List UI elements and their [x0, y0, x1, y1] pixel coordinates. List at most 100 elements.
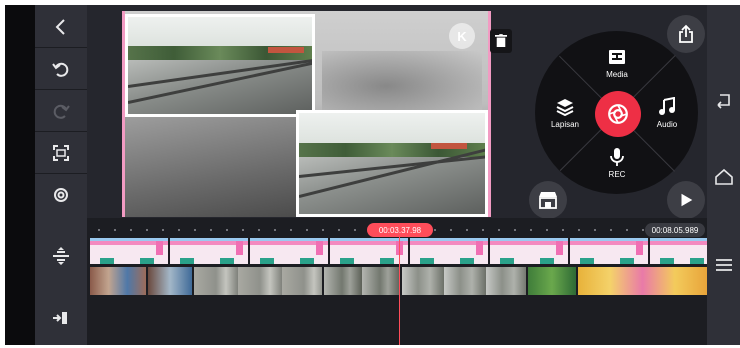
- split-adjust-icon: [53, 247, 69, 265]
- jump-to-end-button[interactable]: [35, 298, 87, 338]
- ruler-tick: [546, 229, 548, 231]
- ruler-tick: [306, 229, 308, 231]
- ruler-tick: [146, 229, 148, 231]
- timeline-tools: [35, 218, 87, 345]
- media-icon: [609, 50, 625, 64]
- ruler-tick: [466, 229, 468, 231]
- ruler-tick: [530, 229, 532, 231]
- ruler-tick: [642, 229, 644, 231]
- settings-button[interactable]: [35, 175, 87, 215]
- redo-button[interactable]: [35, 91, 87, 131]
- ruler-tick: [610, 229, 612, 231]
- undo-button[interactable]: [35, 49, 87, 89]
- divider: [35, 173, 87, 174]
- ruler-tick: [514, 229, 516, 231]
- trash-icon: [495, 34, 507, 47]
- ruler-tick: [482, 229, 484, 231]
- camera-shutter-icon: [608, 104, 628, 124]
- ruler-tick: [98, 229, 100, 231]
- ruler-tick: [354, 229, 356, 231]
- system-back-button[interactable]: [707, 89, 740, 113]
- chevron-left-icon: [55, 19, 65, 35]
- jump-to-end-icon: [53, 312, 67, 324]
- photo-layer-top[interactable]: [125, 14, 315, 117]
- audio-label: Audio: [656, 120, 678, 129]
- ruler-tick: [130, 229, 132, 231]
- photo-layer-bottom[interactable]: [296, 110, 488, 217]
- asset-store-button[interactable]: [529, 181, 567, 219]
- ruler-tick: [434, 229, 436, 231]
- layer-clip[interactable]: [410, 238, 488, 264]
- layer-clip[interactable]: [330, 238, 408, 264]
- layers-icon: [556, 99, 574, 117]
- ruler-tick: [226, 229, 228, 231]
- layer-clip[interactable]: [570, 238, 648, 264]
- layer-clip[interactable]: [250, 238, 328, 264]
- preview-background-road: [122, 116, 312, 217]
- ruler-tick: [322, 229, 324, 231]
- ruler-tick: [242, 229, 244, 231]
- media-button[interactable]: Media: [592, 47, 642, 79]
- ruler-tick: [258, 229, 260, 231]
- video-preview[interactable]: [122, 11, 491, 217]
- delete-button[interactable]: [490, 29, 512, 53]
- video-clip[interactable]: [148, 267, 192, 295]
- export-button[interactable]: [667, 15, 705, 53]
- layer-clip[interactable]: [90, 238, 168, 264]
- divider: [35, 47, 87, 48]
- video-clip[interactable]: [90, 267, 146, 295]
- fullscreen-bracket-icon: [53, 145, 69, 161]
- layer-label: Lapisan: [550, 120, 580, 129]
- ruler-tick: [290, 229, 292, 231]
- ruler-tick: [594, 229, 596, 231]
- share-icon: [679, 24, 693, 43]
- home-icon: [714, 168, 733, 185]
- kinemaster-watermark-icon: K: [449, 23, 475, 49]
- system-home-button[interactable]: [707, 165, 740, 189]
- kinemaster-editor: K Media Audio Lapisan REC 00:03.37.98 00…: [5, 5, 740, 345]
- redo-icon: [53, 104, 70, 119]
- music-note-icon: [659, 97, 675, 115]
- layer-clip[interactable]: [170, 238, 248, 264]
- back-arrow-icon: [716, 94, 730, 109]
- ruler-tick: [562, 229, 564, 231]
- audio-button[interactable]: Audio: [642, 97, 692, 129]
- ruler-tick: [114, 229, 116, 231]
- video-clip[interactable]: [194, 267, 322, 295]
- fit-screen-button[interactable]: [35, 133, 87, 173]
- total-time-badge: 00:08.05.989: [645, 223, 705, 237]
- ruler-tick: [210, 229, 212, 231]
- ruler-tick: [274, 229, 276, 231]
- video-clip[interactable]: [324, 267, 400, 295]
- ruler-tick: [162, 229, 164, 231]
- ruler-tick: [498, 229, 500, 231]
- ruler-tick: [338, 229, 340, 231]
- rec-label: REC: [608, 170, 626, 179]
- settings-icon: [54, 188, 68, 202]
- microphone-icon: [610, 148, 624, 166]
- video-clip[interactable]: [578, 267, 707, 295]
- store-icon: [539, 192, 557, 209]
- layer-clip[interactable]: [650, 238, 707, 264]
- current-time-badge: 00:03.37.98: [367, 223, 433, 237]
- divider: [35, 131, 87, 132]
- ruler-tick: [626, 229, 628, 231]
- video-clip[interactable]: [528, 267, 576, 295]
- system-menu-button[interactable]: [707, 253, 740, 277]
- ruler-tick: [578, 229, 580, 231]
- left-edge: [5, 5, 35, 345]
- ruler-tick: [450, 229, 452, 231]
- playhead[interactable]: [399, 223, 400, 345]
- capture-button[interactable]: [595, 91, 641, 137]
- ruler-tick: [178, 229, 180, 231]
- menu-icon: [715, 259, 732, 271]
- undo-icon: [52, 62, 69, 77]
- play-button[interactable]: [667, 181, 705, 219]
- split-button[interactable]: [35, 236, 87, 276]
- video-clip[interactable]: [402, 267, 526, 295]
- layer-clip[interactable]: [490, 238, 568, 264]
- divider: [35, 89, 87, 90]
- back-button[interactable]: [35, 7, 87, 47]
- record-audio-button[interactable]: REC: [592, 147, 642, 179]
- layer-button[interactable]: Lapisan: [540, 97, 590, 129]
